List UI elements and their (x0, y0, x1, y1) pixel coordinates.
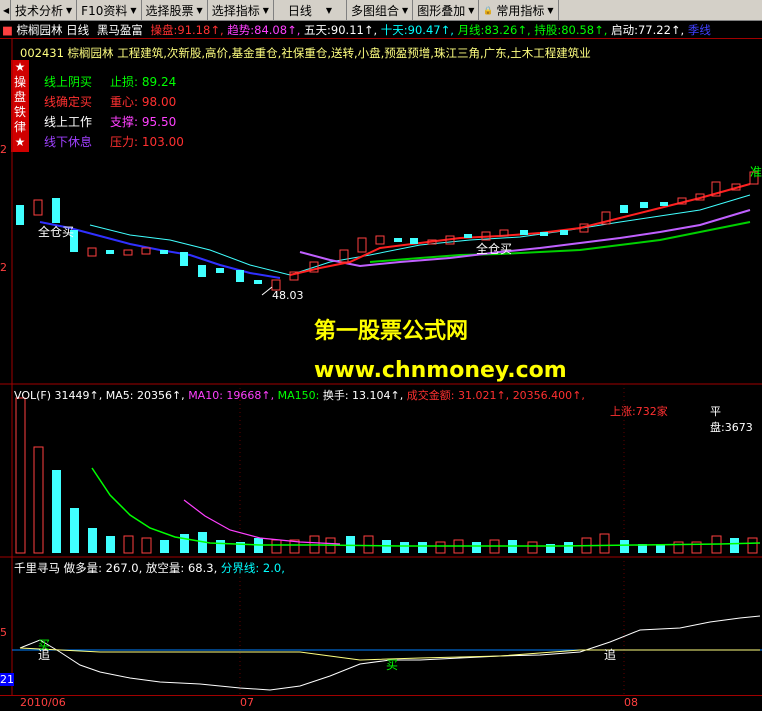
low-price-label: 48.03 (272, 289, 304, 302)
indicator-signal: 追 (604, 648, 617, 662)
indicator-name: 千里寻马 (14, 561, 60, 575)
date-label: 2010/06 (20, 696, 66, 709)
indicator-field: 分界线: 2.0, (220, 561, 285, 575)
buy-signal-1: 全仓买 (38, 225, 75, 239)
watermark-url: www.chnmoney.com (314, 358, 567, 383)
vol-field: MA5: 20356 (105, 389, 172, 402)
watermark-title: 第一股票公式网 (314, 319, 469, 344)
date-label: 07 (240, 696, 254, 709)
vol-field: MA150: (277, 389, 323, 402)
buy-signal-2: 全仓买 (476, 242, 513, 256)
volume-header: VOL(F) 31449↑, MA5: 20356↑, MA10: 19668↑… (14, 389, 585, 402)
indicator-signal: 买 (386, 658, 399, 672)
up-count: 上涨:732家 (610, 405, 668, 418)
sell-signal: 准 (750, 165, 762, 179)
date-label: 08 (624, 696, 638, 709)
axis-tick: 5 (0, 626, 7, 639)
flat-count: 平盘:3673 (710, 405, 753, 434)
candles (16, 171, 759, 291)
vol-field: VOL(F) 31449 (14, 389, 90, 402)
vol-field: 20356.400 (512, 389, 573, 402)
indicator-signal: 追 (38, 648, 51, 662)
axis-tick: 2 (0, 143, 7, 156)
date-axis: 2010/06 07 08 (0, 695, 762, 711)
axis-tick: 2 (0, 261, 7, 274)
kline-chart (0, 38, 762, 695)
vol-field: 成交金额: 31.021 (406, 389, 497, 402)
volume-bars (15, 397, 758, 554)
indicator-header: 千里寻马 做多量: 267.0, 放空量: 68.3, 分界线: 2.0, (14, 561, 285, 575)
vol-field: MA10: 19668 (188, 389, 262, 402)
axis-value: 21 (0, 673, 14, 686)
indicator-field: 做多量: 267.0 (63, 561, 139, 575)
indicator-field: 放空量: 68.3 (145, 561, 214, 575)
vol-field: 换手: 13.104 (322, 389, 391, 402)
